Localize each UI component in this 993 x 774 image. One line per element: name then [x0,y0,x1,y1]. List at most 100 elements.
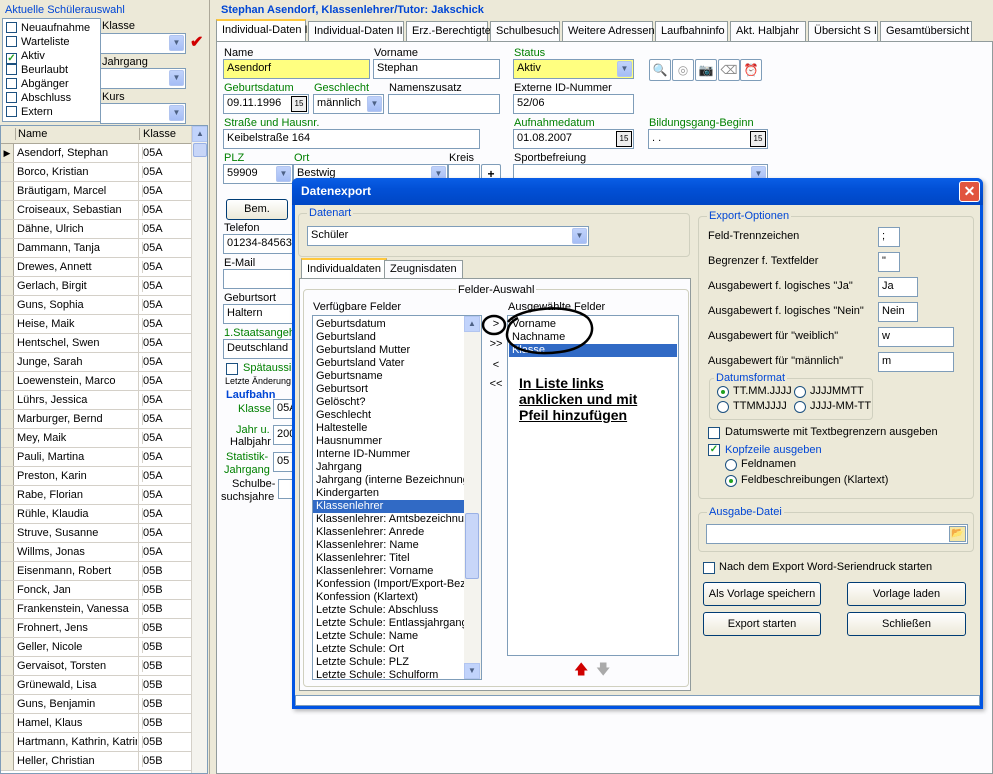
tab-1[interactable]: Individual-Daten I [216,19,308,42]
status-filter-item[interactable]: Neuaufnahme [6,22,90,36]
row-indicator[interactable] [1,752,14,770]
row-indicator[interactable] [1,372,14,390]
available-field-item[interactable]: Letzte Schule: Abschluss [313,604,465,617]
tab-3[interactable]: Erz.-Berechtigte [406,21,491,41]
scroll-down-arrow-icon[interactable]: ▼ [464,663,480,679]
row-indicator[interactable] [1,220,14,238]
row-indicator[interactable] [1,163,14,181]
table-row[interactable]: Geller, Nicole 05B [1,638,191,657]
row-indicator[interactable] [1,505,14,523]
tab-7[interactable]: Akt. Halbjahr [730,21,806,41]
available-field-item[interactable]: Geschlecht [313,409,465,422]
kurs-filter-select[interactable]: ▼ [100,103,186,124]
scroll-thumb[interactable] [193,143,207,157]
tab-6[interactable]: Laufbahninfo [655,21,728,41]
row-indicator[interactable] [1,524,14,542]
row-indicator[interactable] [1,258,14,276]
close-icon[interactable]: ✕ [959,181,980,202]
row-indicator[interactable] [1,315,14,333]
available-field-item[interactable]: Gelöscht? [313,396,465,409]
calendar-icon[interactable]: 15 [750,131,766,147]
available-field-item[interactable]: Klassenlehrer [313,500,465,513]
table-row[interactable]: Dähne, Ulrich 05A [1,220,191,239]
table-row[interactable]: Mey, Maik 05A [1,429,191,448]
available-field-item[interactable]: Letzte Schule: Name [313,630,465,643]
available-field-item[interactable]: Letzte Schule: Schulform [313,669,465,679]
tab-2[interactable]: Individual-Daten II [308,21,404,41]
column-header-klasse[interactable]: Klasse [139,128,189,140]
filter-checkbox[interactable] [6,106,17,117]
available-field-item[interactable]: Klassenlehrer: Anrede [313,526,465,539]
move-up-arrow-icon[interactable]: 🡅 [574,659,588,683]
available-field-item[interactable]: Letzte Schule: PLZ [313,656,465,669]
row-indicator[interactable] [1,486,14,504]
geschlecht-select[interactable]: männlich ▼ [313,94,384,114]
word-seriendruck-checkbox[interactable] [703,562,715,574]
plz-select[interactable]: 59909 ▼ [223,164,293,184]
row-indicator[interactable] [1,448,14,466]
grid-scrollbar[interactable]: ▲ [191,126,207,773]
export-option-field[interactable]: ; [878,227,900,247]
column-header-name[interactable]: Name [15,128,137,140]
table-row[interactable]: Gervaisot, Torsten 05B [1,657,191,676]
table-row[interactable]: Lührs, Jessica 05A [1,391,191,410]
table-row[interactable]: Willms, Jonas 05A [1,543,191,562]
strasse-field[interactable]: Keibelstraße 164 [223,129,480,149]
table-row[interactable]: Frankenstein, Vanessa 05B [1,600,191,619]
status-filter-item[interactable]: Abgänger [6,78,69,92]
row-indicator[interactable] [1,296,14,314]
table-row[interactable]: Pauli, Martina 05A [1,448,191,467]
ausgabe-datei-field[interactable]: 📂 [706,524,968,544]
feldnamen-radio[interactable] [725,459,737,471]
record-icon[interactable]: ◎ [672,59,694,81]
status-filter-item[interactable]: Beurlaubt [6,64,68,78]
available-field-item[interactable]: Geburtsdatum [313,318,465,331]
row-indicator[interactable] [1,543,14,561]
table-row[interactable]: Guns, Sophia 05A [1,296,191,315]
available-field-item[interactable]: Klassenlehrer: Name [313,539,465,552]
dialog-title-bar[interactable]: Datenexport ✕ [292,178,983,205]
name-field[interactable]: Asendorf [223,59,370,79]
filter-checkbox[interactable] [6,64,17,75]
bildungsgang-field[interactable]: . . 15 [648,129,768,149]
table-row[interactable]: Hentschel, Swen 05A [1,334,191,353]
status-filter-item[interactable]: Abschluss [6,92,71,106]
available-field-item[interactable]: Interne ID-Nummer [313,448,465,461]
row-indicator[interactable] [1,410,14,428]
datumsformat-radio-1[interactable] [717,386,729,398]
available-field-item[interactable]: Haltestelle [313,422,465,435]
table-row[interactable]: Dammann, Tanja 05A [1,239,191,258]
export-option-field[interactable]: Nein [878,302,918,322]
table-row[interactable]: Bräutigam, Marcel 05A [1,182,191,201]
search-icon[interactable]: 🔍 [649,59,671,81]
available-field-item[interactable]: Geburtsland [313,331,465,344]
available-scrollbar[interactable]: ▲ ▼ [464,316,481,679]
table-row[interactable]: Preston, Karin 05A [1,467,191,486]
alarm-clock-icon[interactable]: ⏰ [740,59,762,81]
available-field-item[interactable]: Hausnummer [313,435,465,448]
export-option-field[interactable]: Ja [878,277,918,297]
bem-button[interactable]: Bem. [226,199,288,220]
table-row[interactable]: Rabe, Florian 05A [1,486,191,505]
aufnahmedatum-field[interactable]: 01.08.2007 15 [513,129,634,149]
table-row[interactable]: Struve, Susanne 05A [1,524,191,543]
kopfzeile-checkbox[interactable]: ✓ [708,444,720,456]
row-indicator[interactable] [1,467,14,485]
row-indicator[interactable] [1,334,14,352]
email-field[interactable] [223,269,298,289]
available-field-item[interactable]: Klassenlehrer: Vorname [313,565,465,578]
export-option-field[interactable]: m [878,352,954,372]
remove-selected-arrow-button[interactable]: < [489,359,503,371]
move-down-arrow-icon[interactable]: 🡇 [596,659,610,683]
camera-icon[interactable]: 📷 [695,59,717,81]
available-field-item[interactable]: Jahrgang [313,461,465,474]
calendar-icon[interactable]: 15 [616,131,632,147]
available-field-item[interactable]: Letzte Schule: Ort [313,643,465,656]
table-row[interactable]: Heller, Christian 05B [1,752,191,771]
row-indicator[interactable] [1,657,14,675]
checkmark-icon[interactable]: ✔ [190,32,203,52]
geburtsdatum-field[interactable]: 09.11.1996 15 [223,94,309,114]
available-field-item[interactable]: Klassenlehrer: Titel [313,552,465,565]
table-row[interactable]: Frohnert, Jens 05B [1,619,191,638]
row-indicator[interactable] [1,676,14,694]
